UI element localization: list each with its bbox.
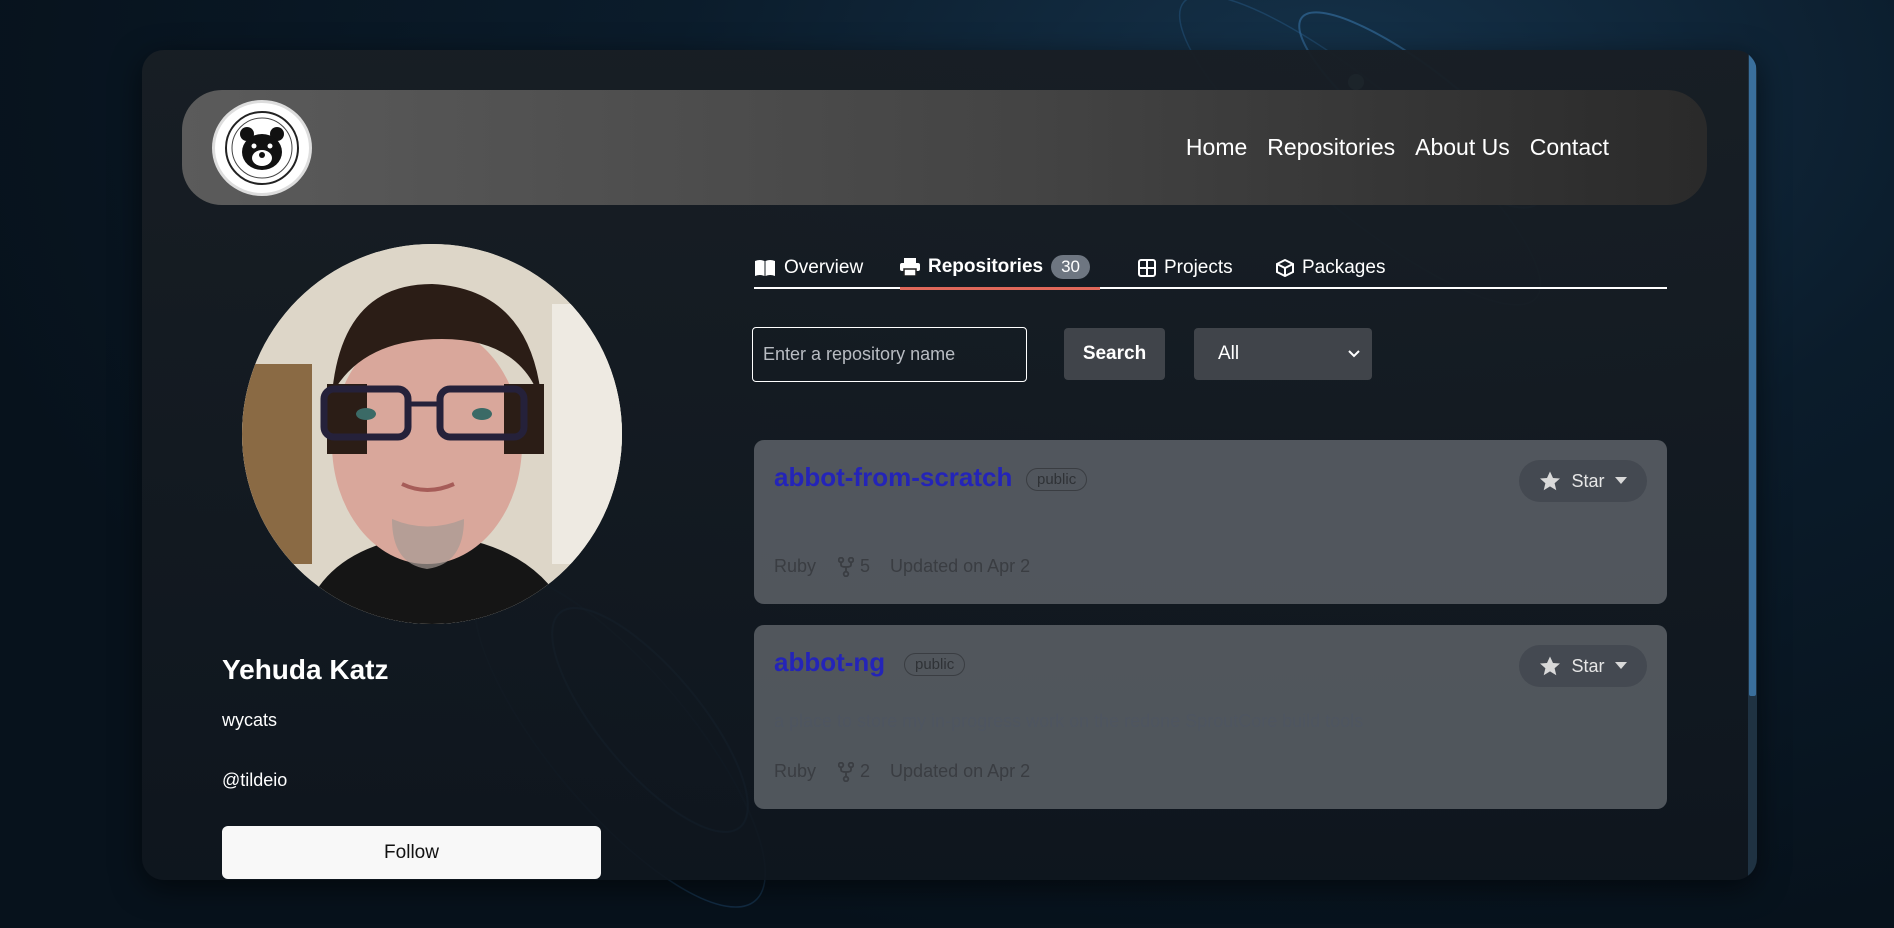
star-button[interactable]: Star <box>1519 645 1647 687</box>
nav-link-about-us[interactable]: About Us <box>1415 134 1510 161</box>
repo-icon <box>900 257 920 276</box>
repo-card: abbot-from-scratch public Ruby 5 Updated… <box>754 440 1667 604</box>
star-label: Star <box>1571 655 1605 676</box>
chevron-down-icon <box>1348 350 1360 358</box>
tab-packages[interactable]: Packages <box>1276 246 1385 289</box>
nav-link-contact[interactable]: Contact <box>1530 134 1609 161</box>
tab-projects[interactable]: Projects <box>1138 246 1233 289</box>
caret-down-icon <box>1614 662 1627 669</box>
star-icon <box>1540 471 1561 491</box>
profile-tabs: Overview Repositories 30 Projects Packag… <box>754 246 1667 290</box>
visibility-badge: public <box>904 653 966 676</box>
repo-type-selected: All <box>1218 343 1240 364</box>
tab-projects-label: Projects <box>1164 256 1233 278</box>
tab-overview[interactable]: Overview <box>754 246 863 289</box>
fork-count: 5 <box>860 556 871 576</box>
tab-overview-label: Overview <box>784 256 864 278</box>
nav-link-repositories[interactable]: Repositories <box>1267 134 1395 161</box>
tab-repositories-label: Repositories <box>928 255 1044 277</box>
table-icon <box>1138 258 1156 277</box>
repo-count-badge: 30 <box>1051 254 1091 279</box>
fork-icon <box>838 556 855 577</box>
repo-name-link[interactable]: abbot-from-scratch <box>774 462 1012 493</box>
profile-twitter-handle[interactable]: @tildeio <box>222 770 287 791</box>
caret-down-icon <box>1614 477 1627 484</box>
tab-repositories[interactable]: Repositories 30 <box>900 246 1101 290</box>
star-icon <box>1540 656 1561 676</box>
site-logo[interactable] <box>212 100 312 196</box>
repo-card: abbot-ng public a place to store my in-p… <box>754 625 1667 809</box>
tab-packages-label: Packages <box>1302 256 1386 278</box>
profile-username: wycats <box>222 710 278 730</box>
star-label: Star <box>1571 470 1605 491</box>
repo-description: a place to store my in-progress work on … <box>774 711 1364 731</box>
fork-icon <box>838 761 855 782</box>
repo-updated: Updated on Apr 2 <box>890 761 1031 781</box>
avatar-portrait <box>242 244 622 624</box>
main-panel: Home Repositories About Us Contact Yehud… <box>142 50 1757 880</box>
visibility-badge: public <box>1026 468 1088 491</box>
repo-search-input[interactable] <box>752 327 1027 382</box>
repo-meta: Ruby 2 Updated on Apr 2 <box>774 761 1030 782</box>
book-icon <box>755 259 775 276</box>
scrollbar[interactable] <box>1748 50 1757 880</box>
nav-link-home[interactable]: Home <box>1186 134 1247 161</box>
repo-language: Ruby <box>774 761 817 781</box>
scrollbar-thumb[interactable] <box>1749 50 1756 696</box>
package-icon <box>1276 258 1294 277</box>
profile-name: Yehuda Katz <box>222 654 389 685</box>
follow-button[interactable]: Follow <box>222 826 601 879</box>
repo-meta: Ruby 5 Updated on Apr 2 <box>774 556 1030 577</box>
nav-links: Home Repositories About Us Contact <box>1186 90 1609 205</box>
repo-type-select[interactable]: All <box>1194 328 1372 380</box>
fork-count: 2 <box>860 761 871 781</box>
avatar <box>242 244 622 624</box>
star-button[interactable]: Star <box>1519 460 1647 502</box>
repo-name-link[interactable]: abbot-ng <box>774 647 885 678</box>
repo-language: Ruby <box>774 556 817 576</box>
search-button[interactable]: Search <box>1064 328 1165 380</box>
bear-logo-icon <box>225 111 299 185</box>
repo-updated: Updated on Apr 2 <box>890 556 1031 576</box>
top-navbar: Home Repositories About Us Contact <box>182 90 1707 205</box>
